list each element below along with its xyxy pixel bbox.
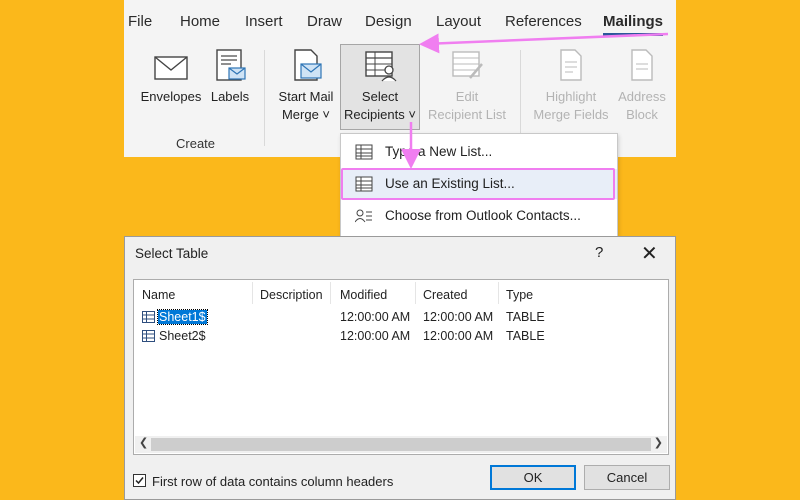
row-created: 12:00:00 AM bbox=[423, 310, 494, 324]
row-name[interactable]: Sheet1$ bbox=[157, 309, 208, 325]
column-divider bbox=[498, 282, 499, 304]
column-divider bbox=[330, 282, 331, 304]
column-header-created[interactable]: Created bbox=[423, 288, 467, 302]
checkmark-icon bbox=[135, 477, 144, 485]
first-row-headers-checkbox[interactable] bbox=[133, 474, 146, 487]
scroll-right-icon[interactable]: ❯ bbox=[654, 436, 663, 449]
column-header-modified[interactable]: Modified bbox=[340, 288, 387, 302]
help-button[interactable]: ? bbox=[595, 244, 603, 261]
horizontal-scrollbar[interactable]: ❮ ❯ bbox=[135, 436, 667, 453]
close-button[interactable]: ✕ bbox=[641, 241, 658, 266]
column-header-description[interactable]: Description bbox=[260, 288, 323, 302]
row-created: 12:00:00 AM bbox=[423, 329, 494, 343]
first-row-headers-label: First row of data contains column header… bbox=[152, 474, 394, 489]
row-type: TABLE bbox=[506, 310, 545, 324]
row-type: TABLE bbox=[506, 329, 545, 343]
select-table-dialog: Select Table ? ✕ Name Description Modifi… bbox=[124, 236, 676, 500]
dialog-title: Select Table bbox=[135, 246, 209, 261]
sheet-table-icon bbox=[142, 330, 155, 342]
column-divider bbox=[252, 282, 253, 304]
column-header-name[interactable]: Name bbox=[142, 288, 175, 302]
table-list[interactable]: Name Description Modified Created Type S… bbox=[133, 279, 669, 455]
row-modified: 12:00:00 AM bbox=[340, 310, 411, 324]
scroll-left-icon[interactable]: ❮ bbox=[139, 436, 148, 449]
row-name[interactable]: Sheet2$ bbox=[159, 329, 206, 343]
annotation-arrow bbox=[419, 32, 669, 54]
column-divider bbox=[415, 282, 416, 304]
column-header-type[interactable]: Type bbox=[506, 288, 533, 302]
sheet-table-icon bbox=[142, 311, 155, 323]
cancel-button[interactable]: Cancel bbox=[584, 465, 670, 490]
scrollbar-thumb[interactable] bbox=[151, 438, 651, 451]
row-modified: 12:00:00 AM bbox=[340, 329, 411, 343]
ok-button[interactable]: OK bbox=[490, 465, 576, 490]
